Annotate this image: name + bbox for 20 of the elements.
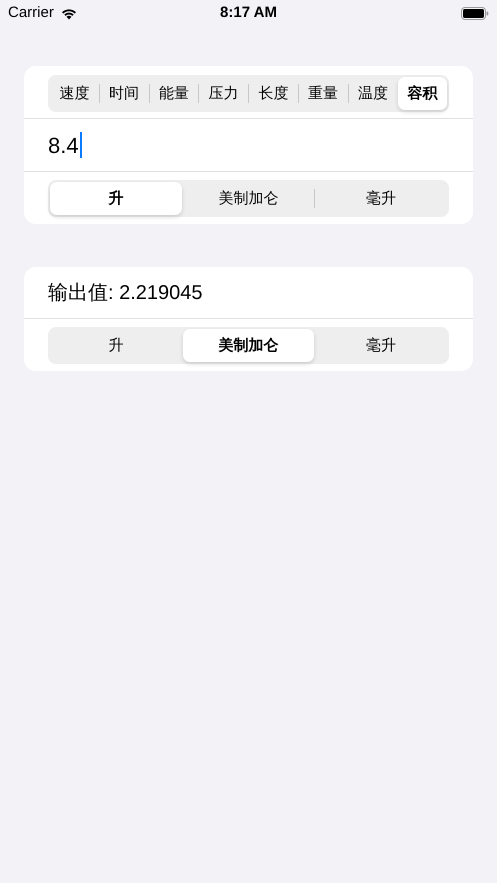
wifi-icon xyxy=(60,6,78,20)
carrier-label: Carrier xyxy=(8,2,54,23)
segment-tab[interactable]: 能量 xyxy=(150,77,198,110)
segment-tab[interactable]: 容积 xyxy=(398,77,447,110)
battery-icon xyxy=(461,6,489,20)
segment-tab[interactable]: 时间 xyxy=(100,77,148,110)
segment-tab[interactable]: 美制加仑 xyxy=(182,182,314,215)
status-time: 8:17 AM xyxy=(220,2,277,23)
segment-tab[interactable]: 美制加仑 xyxy=(182,329,314,362)
segment-tab[interactable]: 温度 xyxy=(348,77,398,110)
segment-tab[interactable]: 毫升 xyxy=(315,182,448,215)
input-field[interactable]: 8.4 xyxy=(48,129,82,161)
segment-tab[interactable]: 压力 xyxy=(199,77,248,110)
segment-tab[interactable]: 重量 xyxy=(298,77,348,110)
segment-tab[interactable]: 毫升 xyxy=(315,329,448,362)
segment-tab[interactable]: 速度 xyxy=(50,77,99,110)
output-value: 输出值: 2.219045 xyxy=(48,280,203,306)
segment-tab[interactable]: 升 xyxy=(50,182,182,215)
segment-tab[interactable]: 升 xyxy=(50,329,182,362)
segment-tab[interactable]: 长度 xyxy=(249,77,298,110)
